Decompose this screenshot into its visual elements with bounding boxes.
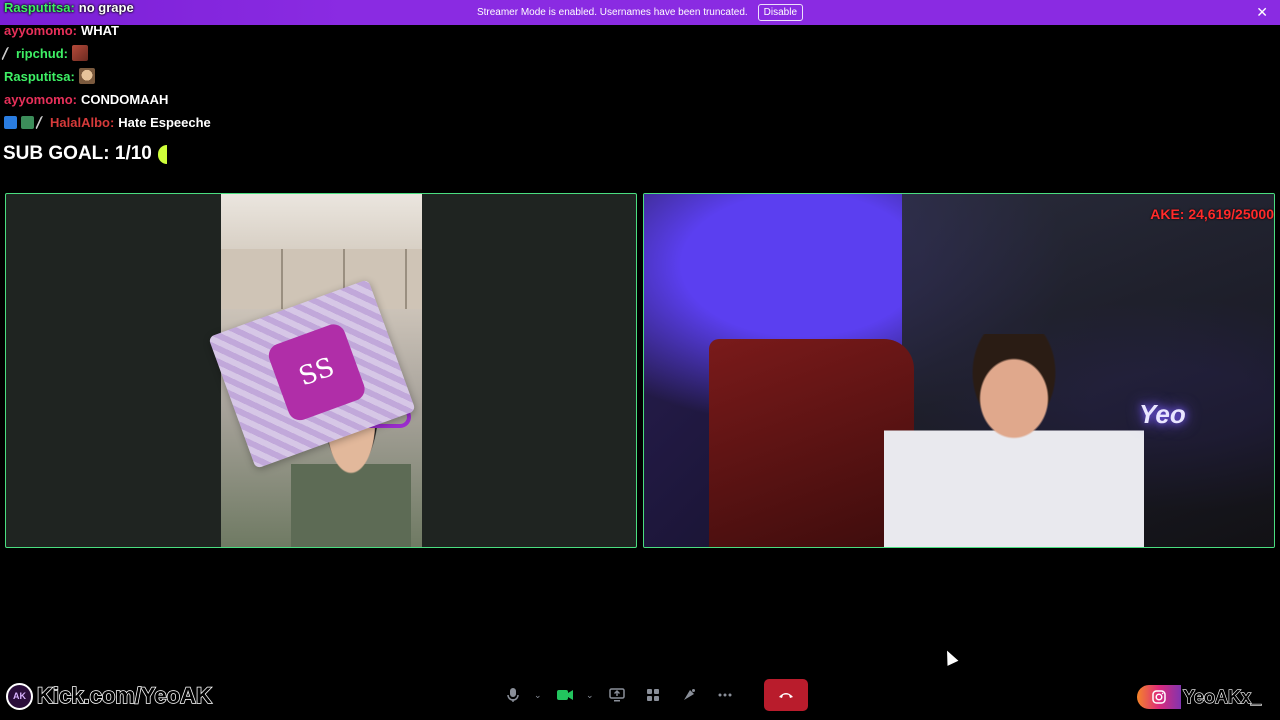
screen-share-icon[interactable] <box>602 680 632 710</box>
badge-icon <box>0 46 16 60</box>
chevron-down-icon[interactable]: ⌄ <box>586 690 596 701</box>
chat-line: ayyomomo: WHAT <box>4 21 119 39</box>
chevron-down-icon[interactable]: ⌄ <box>534 690 544 701</box>
microphone-icon[interactable] <box>498 680 528 710</box>
video-tile-left[interactable]: SS <box>5 193 637 548</box>
instagram-icon <box>1137 685 1181 709</box>
sub-goal-text: SUB GOAL: 1/10 <box>3 143 152 164</box>
chat-message: Hate Espeeche <box>118 114 211 130</box>
chat-message: CONDOMAAH <box>80 91 169 107</box>
kick-logo-icon: AK <box>6 682 33 710</box>
chat-username: ayyomomo: <box>4 22 77 38</box>
chat-username: Rasputitsa: <box>4 0 75 15</box>
soundboard-icon[interactable] <box>674 680 704 710</box>
chat-line: Rasputitsa: no grape <box>4 0 134 16</box>
chat-message: no grape <box>78 0 134 15</box>
call-controls: ⌄ ⌄ <box>498 678 808 712</box>
activities-icon[interactable] <box>638 680 668 710</box>
product-box-logo: SS <box>265 321 368 424</box>
ceiling <box>221 194 422 249</box>
mouse-cursor-icon <box>941 648 959 666</box>
streamer-person <box>884 334 1144 547</box>
neon-sign: Yeo <box>1139 399 1186 429</box>
emote-icon <box>78 68 95 84</box>
sub-goal: SUB GOAL: 1/10 <box>3 142 167 166</box>
hang-up-button[interactable] <box>764 679 808 711</box>
more-icon[interactable] <box>710 680 740 710</box>
badge-icon <box>4 115 17 129</box>
badge-icon <box>21 115 34 129</box>
hang-up-icon <box>779 693 793 698</box>
goal-counter: AKE: 24,619/25000 <box>1150 206 1274 222</box>
participant-video: SS <box>208 194 422 547</box>
camera-icon[interactable] <box>550 680 580 710</box>
streamer-video: Yeo <box>644 194 1274 547</box>
chat-line: ripchud: <box>0 44 88 62</box>
chat-username: ayyomomo: <box>4 91 77 107</box>
chat-line: HalalAlbo: Hate Espeeche <box>4 113 211 131</box>
sword-icon <box>34 115 50 129</box>
streamer-mode-message: Streamer Mode is enabled. Usernames have… <box>476 7 748 18</box>
kick-url: Kick.com/YeoAK <box>36 682 212 709</box>
video-tile-right[interactable]: Yeo AKE: 24,619/25000 <box>643 193 1275 548</box>
instagram-handle: YeoAKx_ <box>1182 686 1262 707</box>
streamer-mode-banner: Streamer Mode is enabled. Usernames have… <box>0 0 1280 25</box>
emote-icon <box>72 45 88 61</box>
chat-message: WHAT <box>80 22 119 38</box>
chat-line: ayyomomo: CONDOMAAH <box>4 90 168 108</box>
close-icon[interactable]: ✕ <box>1256 4 1268 20</box>
kick-overlay: AK Kick.com/YeoAK <box>6 682 213 710</box>
sub-goal-progress-icon <box>157 144 167 164</box>
chat-username: HalalAlbo: <box>50 114 115 130</box>
chat-username: ripchud: <box>16 45 68 61</box>
disable-streamer-mode-button[interactable]: Disable <box>757 4 804 21</box>
instagram-overlay: YeoAKx_ <box>1137 685 1262 709</box>
chat-username: Rasputitsa: <box>4 68 75 84</box>
chat-line: Rasputitsa: <box>4 67 95 85</box>
